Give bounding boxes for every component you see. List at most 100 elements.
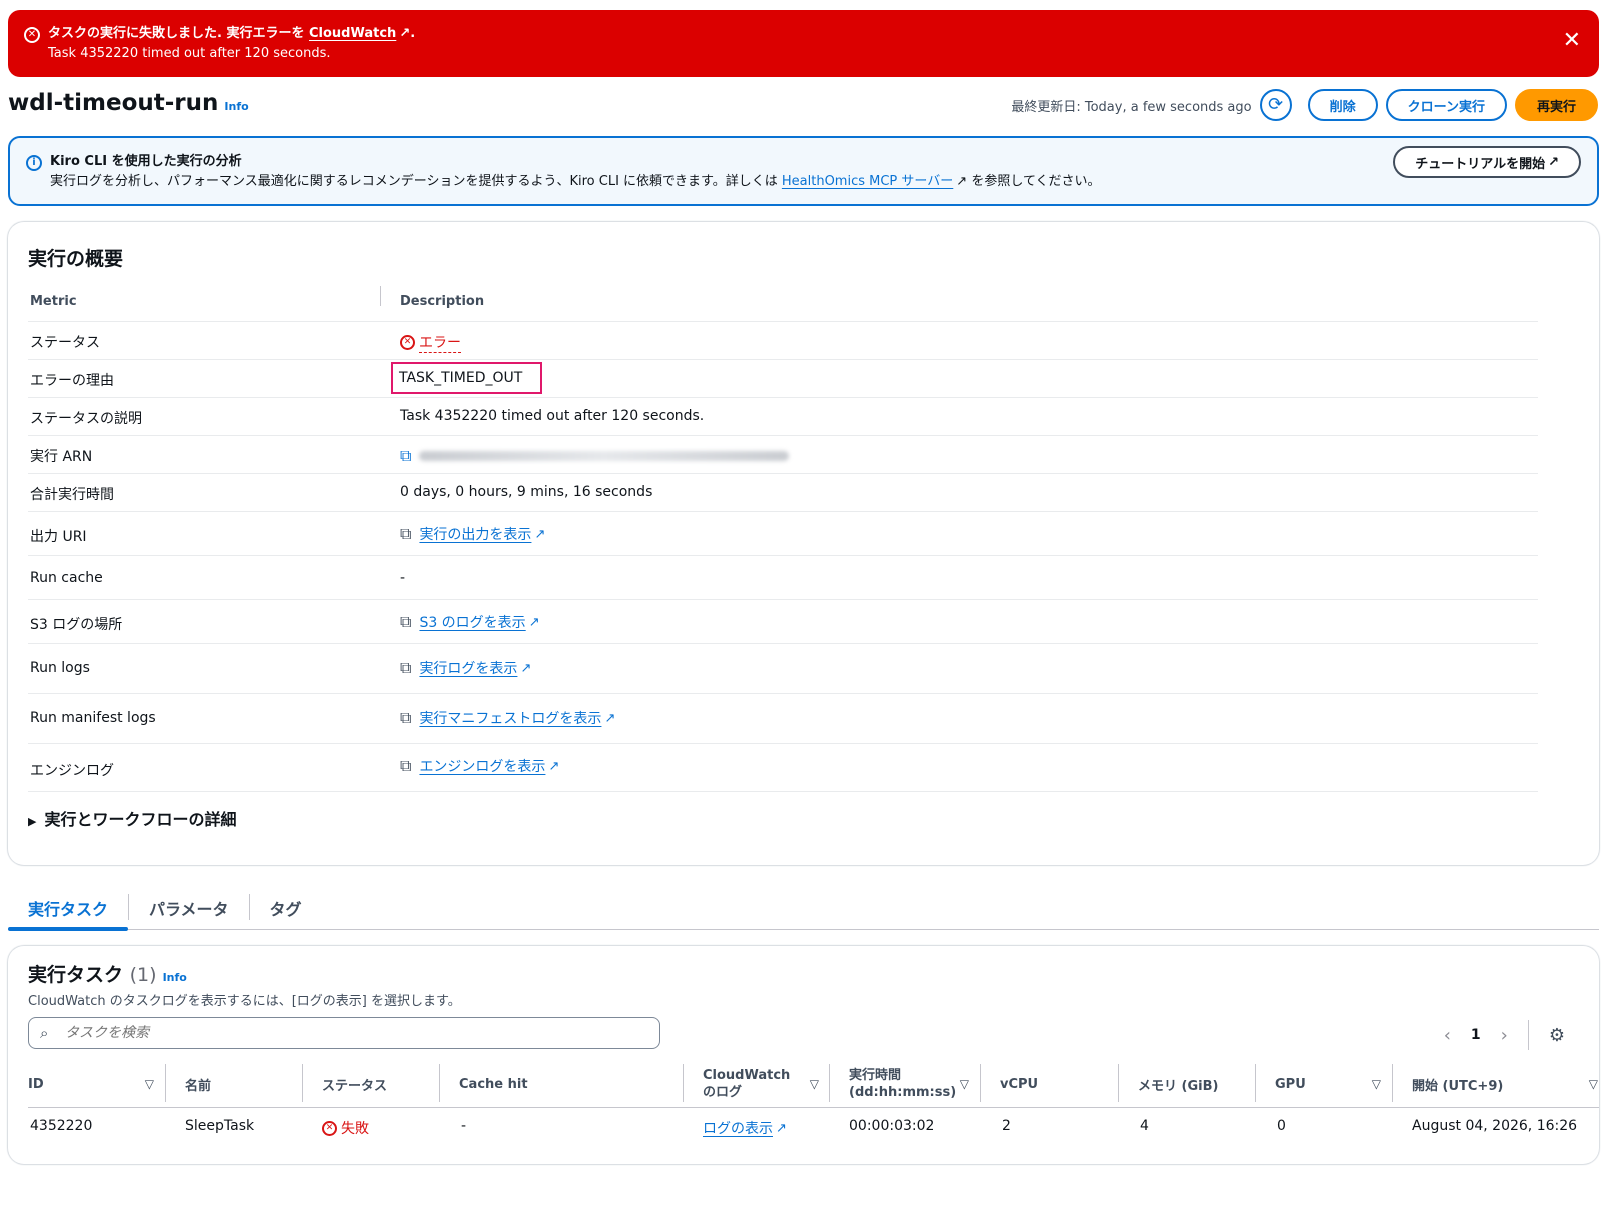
redacted-arn	[419, 451, 790, 461]
col-metric: Metric	[30, 294, 77, 309]
row-status: ステータス ✕ エラー	[28, 322, 1538, 360]
page-number[interactable]: 1	[1471, 1027, 1481, 1043]
clone-run-button[interactable]: クローン実行	[1385, 89, 1507, 121]
error-reason-value: TASK_TIMED_OUT	[391, 362, 543, 394]
row-run-arn: 実行 ARN ⧉	[28, 436, 1538, 474]
workflow-details-expander[interactable]: ▶ 実行とワークフローの詳細	[28, 806, 236, 830]
col-duration-header[interactable]: 実行時間 (dd:hh:mm:ss) ▽	[849, 1060, 981, 1108]
task-name: SleepTask	[185, 1118, 255, 1134]
delete-button[interactable]: 削除	[1307, 89, 1378, 121]
row-run-cache: Run cache -	[28, 556, 1538, 600]
external-link-icon: ↗	[528, 614, 540, 630]
tab-parameters[interactable]: パラメータ	[129, 888, 249, 930]
col-id-header[interactable]: ID ▽	[28, 1060, 166, 1108]
total-time-value: 0 days, 0 hours, 9 mins, 16 seconds	[400, 484, 653, 500]
close-icon[interactable]: ✕	[1563, 30, 1581, 52]
gear-icon[interactable]: ⚙	[1549, 1025, 1565, 1046]
flash-message: Task 4352220 timed out after 120 seconds…	[48, 46, 331, 61]
error-icon: ✕	[24, 27, 40, 43]
sort-icon[interactable]: ▽	[960, 1076, 969, 1093]
s3-logs-link[interactable]: S3 のログを表示	[419, 612, 525, 632]
tasks-description: CloudWatch のタスクログを表示するには、[ログの表示] を選択します。	[28, 994, 461, 1009]
flash-title: タスクの実行に失敗しました. 実行エラーを CloudWatch ↗.	[48, 26, 416, 41]
column-divider	[1392, 1064, 1393, 1102]
chevron-left-icon[interactable]: ‹	[1444, 1025, 1451, 1046]
tab-tags[interactable]: タグ	[250, 888, 322, 930]
status-value[interactable]: エラー	[419, 332, 461, 353]
alert-description: 実行ログを分析し、パフォーマンス最適化に関するレコメンデーションを提供するよう、…	[50, 174, 1101, 189]
chevron-right-icon[interactable]: ›	[1501, 1025, 1508, 1046]
task-id: 4352220	[30, 1118, 93, 1134]
healthomics-mcp-link[interactable]: HealthOmics MCP サーバー	[782, 174, 953, 189]
task-search-input[interactable]	[28, 1017, 660, 1049]
info-link[interactable]: Info	[224, 100, 248, 113]
start-tutorial-button[interactable]: チュートリアルを開始 ↗	[1393, 146, 1581, 178]
sort-icon[interactable]: ▽	[1372, 1077, 1381, 1091]
output-link[interactable]: 実行の出力を表示	[419, 524, 531, 544]
error-status-icon: ✕	[400, 335, 415, 350]
page-title: wdl-timeout-run Info	[8, 90, 249, 116]
table-header-divider	[28, 1107, 1599, 1108]
row-error-reason: エラーの理由 TASK_TIMED_OUT	[28, 360, 1538, 398]
task-memory: 4	[1140, 1118, 1149, 1134]
tab-run-tasks[interactable]: 実行タスク	[8, 888, 129, 931]
manifest-logs-link[interactable]: 実行マニフェストログを表示	[419, 708, 601, 728]
task-duration: 00:00:03:02	[849, 1118, 935, 1134]
tasks-title: 実行タスク (1) Info	[28, 964, 187, 986]
task-gpu: 0	[1277, 1118, 1286, 1134]
search-icon: ⌕	[40, 1024, 49, 1042]
external-link-icon: ↗	[776, 1120, 787, 1136]
external-link-icon: ↗	[520, 660, 532, 676]
sort-icon[interactable]: ▽	[145, 1077, 154, 1091]
rerun-button[interactable]: 再実行	[1514, 89, 1598, 121]
info-icon: i	[26, 155, 42, 171]
external-link-icon: ↗	[548, 758, 560, 774]
view-logs-link[interactable]: ログの表示	[703, 1118, 773, 1138]
col-memory-header[interactable]: メモリ (GiB)	[1138, 1060, 1258, 1108]
column-divider	[439, 1064, 440, 1102]
external-link-icon: ↗	[399, 26, 411, 41]
col-vcpu-header[interactable]: vCPU	[1000, 1060, 1120, 1108]
row-s3-logs: S3 ログの場所 ⧉ S3 のログを表示 ↗	[28, 600, 1538, 644]
copy-icon[interactable]: ⧉	[400, 708, 411, 728]
col-cache-hit-header[interactable]: Cache hit	[459, 1060, 679, 1108]
kiro-info-alert: i Kiro CLI を使用した実行の分析 実行ログを分析し、パフォーマンス最適…	[8, 136, 1599, 206]
info-link[interactable]: Info	[163, 971, 187, 984]
row-run-logs: Run logs ⧉ 実行ログを表示 ↗	[28, 644, 1538, 694]
col-cloudwatch-header[interactable]: CloudWatch のログ ▽	[703, 1060, 831, 1108]
column-divider	[1255, 1064, 1256, 1102]
col-start-header[interactable]: 開始 (UTC+9) ▽	[1412, 1060, 1598, 1108]
col-name-header[interactable]: 名前	[185, 1060, 305, 1108]
refresh-icon[interactable]: ⟳	[1259, 89, 1292, 121]
col-gpu-header[interactable]: GPU ▽	[1275, 1060, 1393, 1108]
error-status-icon: ✕	[322, 1120, 337, 1136]
row-output-uri: 出力 URI ⧉ 実行の出力を表示 ↗	[28, 512, 1538, 556]
col-status-header[interactable]: ステータス	[322, 1060, 442, 1108]
sort-icon[interactable]: ▽	[1589, 1077, 1598, 1091]
header-actions: 最終更新日: Today, a few seconds ago ⟳ 削除 クロー…	[1011, 89, 1598, 121]
pager-divider	[1527, 1020, 1529, 1050]
run-summary-container: 実行の概要 Metric Description ステータス ✕ エラー エラーの…	[8, 222, 1599, 865]
column-divider	[980, 1064, 981, 1102]
copy-icon[interactable]: ⧉	[400, 756, 411, 776]
external-link-icon: ↗	[1548, 154, 1559, 170]
cloudwatch-link[interactable]: CloudWatch	[309, 26, 396, 41]
task-start: August 04, 2026, 16:26	[1412, 1118, 1578, 1134]
col-description: Description	[400, 294, 485, 309]
external-link-icon: ↗	[534, 526, 546, 542]
sort-icon[interactable]: ▽	[810, 1076, 819, 1093]
copy-icon[interactable]: ⧉	[400, 658, 411, 678]
row-status-description: ステータスの説明 Task 4352220 timed out after 12…	[28, 398, 1538, 436]
copy-icon[interactable]: ⧉	[400, 612, 411, 632]
column-divider	[829, 1064, 830, 1102]
last-updated: 最終更新日: Today, a few seconds ago	[1011, 99, 1252, 115]
row-total-time: 合計実行時間 0 days, 0 hours, 9 mins, 16 secon…	[28, 474, 1538, 512]
row-engine-logs: エンジンログ ⧉ エンジンログを表示 ↗	[28, 744, 1538, 792]
column-divider	[380, 286, 381, 306]
row-manifest-logs: Run manifest logs ⧉ 実行マニフェストログを表示 ↗	[28, 694, 1538, 744]
copy-icon[interactable]: ⧉	[400, 446, 411, 466]
run-logs-link[interactable]: 実行ログを表示	[419, 658, 517, 678]
engine-logs-link[interactable]: エンジンログを表示	[419, 756, 545, 776]
copy-icon[interactable]: ⧉	[400, 524, 411, 544]
task-status: ✕ 失敗	[322, 1118, 369, 1138]
